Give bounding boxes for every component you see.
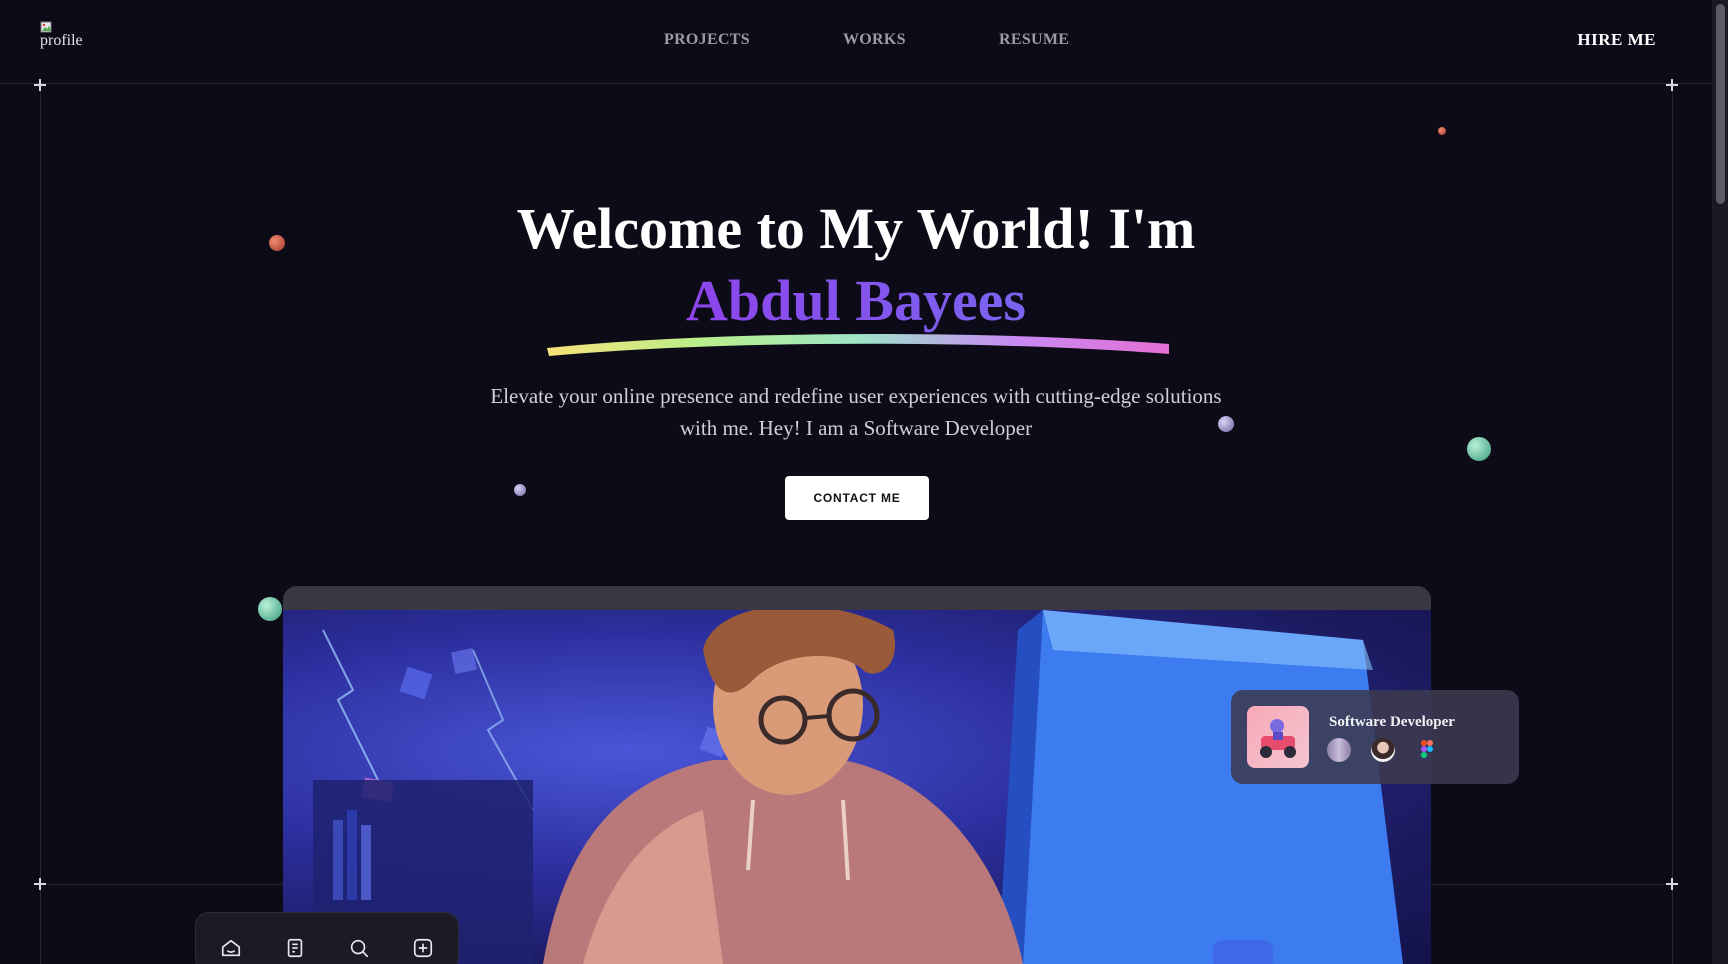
decorative-orb [1467, 437, 1491, 461]
add-icon[interactable] [410, 935, 436, 961]
hero-subtitle: Elevate your online presence and redefin… [490, 384, 1222, 440]
hero-title: Welcome to My World! I'm [516, 196, 1196, 261]
nav-projects[interactable]: PROJECTS [664, 31, 750, 49]
frame-corner-plus [1666, 878, 1678, 890]
person-avatar [1327, 738, 1351, 762]
decorative-orb [258, 597, 282, 621]
site-header: profile PROJECTS WORKS RESUME HIRE ME [0, 0, 1712, 84]
card-top-bar [283, 586, 1431, 610]
page-scrollbar[interactable] [1712, 0, 1728, 964]
decorative-orb [514, 484, 526, 496]
role-card: Software Developer [1231, 690, 1519, 784]
role-title: Software Developer [1329, 714, 1455, 730]
decorative-orb [1438, 127, 1446, 135]
frame-corner-plus [34, 878, 46, 890]
person-avatar [1371, 738, 1395, 762]
hire-me-link[interactable]: HIRE ME [1577, 30, 1656, 50]
rainbow-underline [547, 333, 1169, 356]
logo-alt-text: profile [40, 32, 83, 49]
nav-resume[interactable]: RESUME [999, 31, 1069, 49]
nav-works[interactable]: WORKS [843, 31, 906, 49]
home-icon[interactable] [218, 935, 244, 961]
figma-icon [1421, 740, 1433, 758]
document-icon[interactable] [282, 935, 308, 961]
scrollbar-thumb[interactable] [1716, 4, 1725, 204]
search-icon[interactable] [346, 935, 372, 961]
profile-logo[interactable]: profile [40, 20, 86, 68]
frame-corner-plus [34, 79, 46, 91]
role-thumbnail [1247, 706, 1309, 768]
contact-me-button[interactable]: CONTACT ME [785, 476, 929, 520]
frame-corner-plus [1666, 79, 1678, 91]
developer-illustration [283, 610, 1431, 964]
bottom-toolbar [195, 912, 459, 964]
